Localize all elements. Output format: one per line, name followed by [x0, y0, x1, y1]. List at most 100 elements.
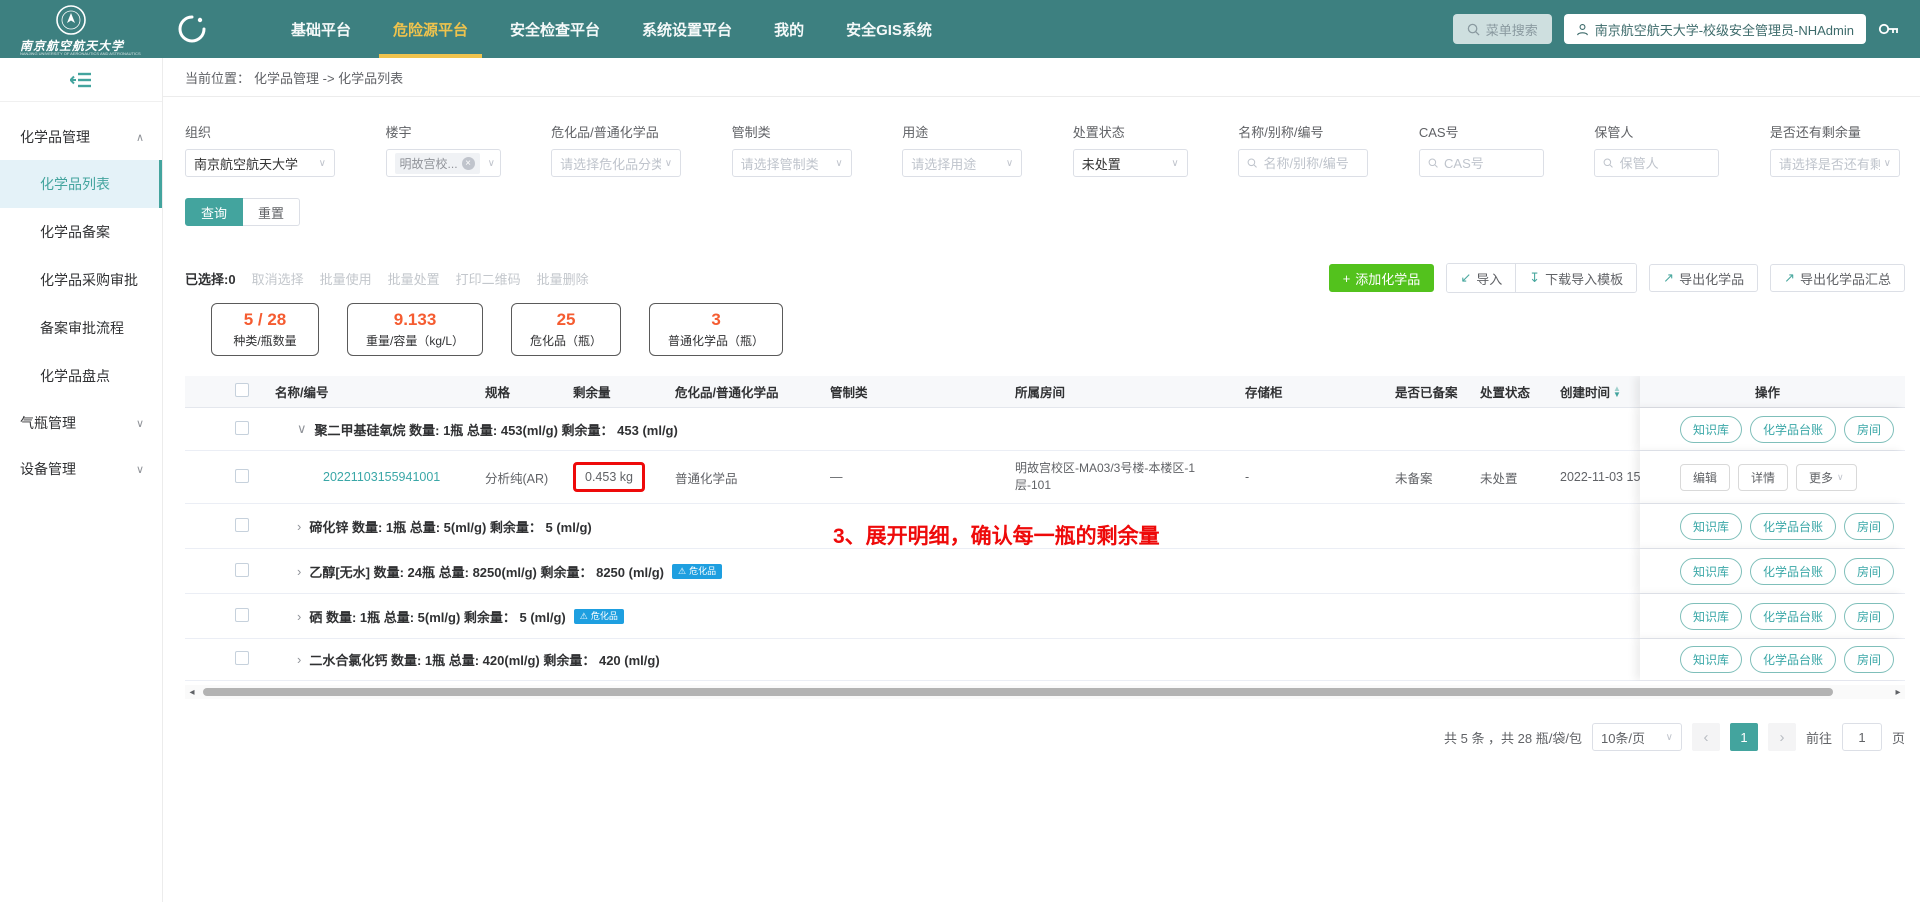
- row-checkbox[interactable]: [235, 651, 249, 665]
- user-icon: [1576, 23, 1589, 36]
- sort-control[interactable]: ▲ ▼: [1613, 386, 1621, 398]
- cas-input[interactable]: [1444, 156, 1535, 171]
- batch-delete-link[interactable]: 批量删除: [537, 269, 589, 288]
- chemical-ledger-button[interactable]: 化学品台账: [1750, 646, 1836, 673]
- nav-tab-mine[interactable]: 我的: [774, 0, 804, 58]
- expand-row-icon[interactable]: ›: [297, 652, 301, 667]
- table-group-row: › 硒 数量: 1瓶 总量: 5(ml/g) 剩余量： 5 (ml/g) ⚠ 危…: [185, 594, 1905, 639]
- sidebar-item-chemical-inventory[interactable]: 化学品盘点: [0, 352, 162, 400]
- row-checkbox[interactable]: [235, 608, 249, 622]
- name-code-search: [1238, 149, 1368, 177]
- filter-has-remaining: 是否还有剩余量 请选择是否还有剩 ∨: [1770, 122, 1900, 177]
- knowledge-base-button[interactable]: 知识库: [1680, 646, 1742, 673]
- chevron-down-icon: ∨: [319, 158, 326, 169]
- stat-value: 5 / 28: [230, 310, 300, 330]
- knowledge-base-button[interactable]: 知识库: [1680, 513, 1742, 540]
- nav-tab-basic-platform[interactable]: 基础平台: [291, 0, 351, 58]
- nav-tab-safety-gis[interactable]: 安全GIS系统: [846, 0, 932, 58]
- scroll-left-arrow[interactable]: ◂: [185, 687, 199, 698]
- nav-tab-system-settings-platform[interactable]: 系统设置平台: [642, 0, 732, 58]
- user-account-button[interactable]: 南京航空航天大学-校级安全管理员-NHAdmin: [1564, 14, 1866, 44]
- sidebar-group-chemical-management[interactable]: 化学品管理 ∧: [0, 114, 162, 160]
- custodian-input[interactable]: [1620, 156, 1711, 171]
- add-chemical-button[interactable]: + 添加化学品: [1329, 264, 1435, 292]
- room-button[interactable]: 房间: [1844, 646, 1894, 673]
- sidebar-group-equipment[interactable]: 设备管理 ∨: [0, 446, 162, 492]
- export-chemicals-button[interactable]: ↗ 导出化学品: [1649, 264, 1758, 292]
- disposal-status-select[interactable]: 未处置 ∨: [1073, 149, 1188, 177]
- batch-use-link[interactable]: 批量使用: [320, 269, 372, 288]
- prev-page-button[interactable]: ‹: [1692, 723, 1720, 751]
- edit-button[interactable]: 编辑: [1680, 464, 1730, 491]
- tag-close-icon[interactable]: ×: [462, 157, 475, 170]
- nav-tab-safety-check-platform[interactable]: 安全检查平台: [510, 0, 600, 58]
- sidebar-group-gas-cylinder[interactable]: 气瓶管理 ∨: [0, 400, 162, 446]
- header-category: 危化品/普通化学品: [665, 382, 820, 401]
- room-button[interactable]: 房间: [1844, 513, 1894, 540]
- next-page-button[interactable]: ›: [1768, 723, 1796, 751]
- chemical-ledger-button[interactable]: 化学品台账: [1750, 603, 1836, 630]
- knowledge-base-button[interactable]: 知识库: [1680, 603, 1742, 630]
- hazard-category-select[interactable]: 请选择危化品分类 ∨: [551, 149, 681, 177]
- more-button[interactable]: 更多 ∨: [1796, 464, 1857, 491]
- chemical-code-link[interactable]: 20221103155941001: [265, 470, 475, 484]
- nav-tabs: 基础平台 危险源平台 安全检查平台 系统设置平台 我的 安全GIS系统: [291, 0, 932, 58]
- building-select[interactable]: 明故宫校... × ∨: [386, 149, 501, 177]
- row-checkbox[interactable]: [235, 563, 249, 577]
- breadcrumb: 当前位置： 化学品管理 -> 化学品列表: [163, 58, 1920, 97]
- stat-label: 普通化学品（瓶）: [668, 332, 764, 349]
- scrollbar-thumb[interactable]: [203, 688, 1833, 696]
- total-count: 共 5 条 ，共 28 瓶/袋/包: [1444, 728, 1582, 747]
- logout-key-button[interactable]: [1878, 21, 1900, 37]
- expand-row-icon[interactable]: ›: [297, 519, 301, 534]
- row-checkbox[interactable]: [235, 469, 249, 483]
- nav-tab-hazard-platform[interactable]: 危险源平台: [393, 0, 468, 58]
- collapse-row-icon[interactable]: ∨: [297, 421, 307, 437]
- disposal-status-value: 未处置: [1082, 154, 1121, 173]
- print-qrcode-link[interactable]: 打印二维码: [456, 269, 521, 288]
- import-button[interactable]: ↙ 导入: [1447, 264, 1515, 292]
- select-all-checkbox[interactable]: [235, 383, 249, 397]
- page-size-select[interactable]: 10条/页 ∨: [1592, 723, 1682, 751]
- sidebar-item-chemical-list[interactable]: 化学品列表: [0, 160, 162, 208]
- sidebar-item-filing-approval-flow[interactable]: 备案审批流程: [0, 304, 162, 352]
- room-button[interactable]: 房间: [1844, 558, 1894, 585]
- sidebar-group-label: 设备管理: [20, 459, 76, 479]
- stat-label: 种类/瓶数量: [230, 332, 300, 349]
- organization-select[interactable]: 南京航空航天大学 ∨: [185, 149, 335, 177]
- query-button[interactable]: 查询: [185, 198, 243, 226]
- export-summary-button[interactable]: ↗ 导出化学品汇总: [1770, 264, 1905, 292]
- chemical-ledger-button[interactable]: 化学品台账: [1750, 558, 1836, 585]
- scrollbar-track[interactable]: [199, 685, 1891, 699]
- row-actions-cell: 知识库 化学品台账 房间: [1640, 408, 1905, 450]
- row-checkbox[interactable]: [235, 421, 249, 435]
- chemical-ledger-button[interactable]: 化学品台账: [1750, 416, 1836, 443]
- sort-descending-icon: ▼: [1613, 392, 1621, 398]
- expand-row-icon[interactable]: ›: [297, 609, 301, 624]
- knowledge-base-button[interactable]: 知识库: [1680, 558, 1742, 585]
- current-page-button[interactable]: 1: [1730, 723, 1758, 751]
- filter-label: 楼宇: [386, 122, 501, 141]
- download-template-button[interactable]: ↧ 下载导入模板: [1515, 264, 1636, 292]
- reset-button[interactable]: 重置: [243, 198, 300, 226]
- sidebar-submenu: 化学品列表 化学品备案 化学品采购审批 备案审批流程 化学品盘点: [0, 160, 162, 400]
- knowledge-base-button[interactable]: 知识库: [1680, 416, 1742, 443]
- has-remaining-select[interactable]: 请选择是否还有剩 ∨: [1770, 149, 1900, 177]
- menu-search-button[interactable]: 菜单搜索: [1453, 14, 1552, 44]
- sidebar-item-chemical-filing[interactable]: 化学品备案: [0, 208, 162, 256]
- control-type-select[interactable]: 请选择管制类 ∨: [732, 149, 852, 177]
- usage-select[interactable]: 请选择用途 ∨: [902, 149, 1022, 177]
- name-code-input[interactable]: [1264, 156, 1360, 171]
- batch-dispose-link[interactable]: 批量处置: [388, 269, 440, 288]
- expand-row-icon[interactable]: ›: [297, 564, 301, 579]
- sidebar-item-purchase-approval[interactable]: 化学品采购审批: [0, 256, 162, 304]
- chemical-ledger-button[interactable]: 化学品台账: [1750, 513, 1836, 540]
- room-button[interactable]: 房间: [1844, 416, 1894, 443]
- row-checkbox[interactable]: [235, 518, 249, 532]
- detail-button[interactable]: 详情: [1738, 464, 1788, 491]
- sidebar-collapse-button[interactable]: [0, 58, 162, 102]
- scroll-right-arrow[interactable]: ▸: [1891, 687, 1905, 698]
- room-button[interactable]: 房间: [1844, 603, 1894, 630]
- cancel-selection-link[interactable]: 取消选择: [252, 269, 304, 288]
- goto-page-input[interactable]: [1842, 723, 1882, 751]
